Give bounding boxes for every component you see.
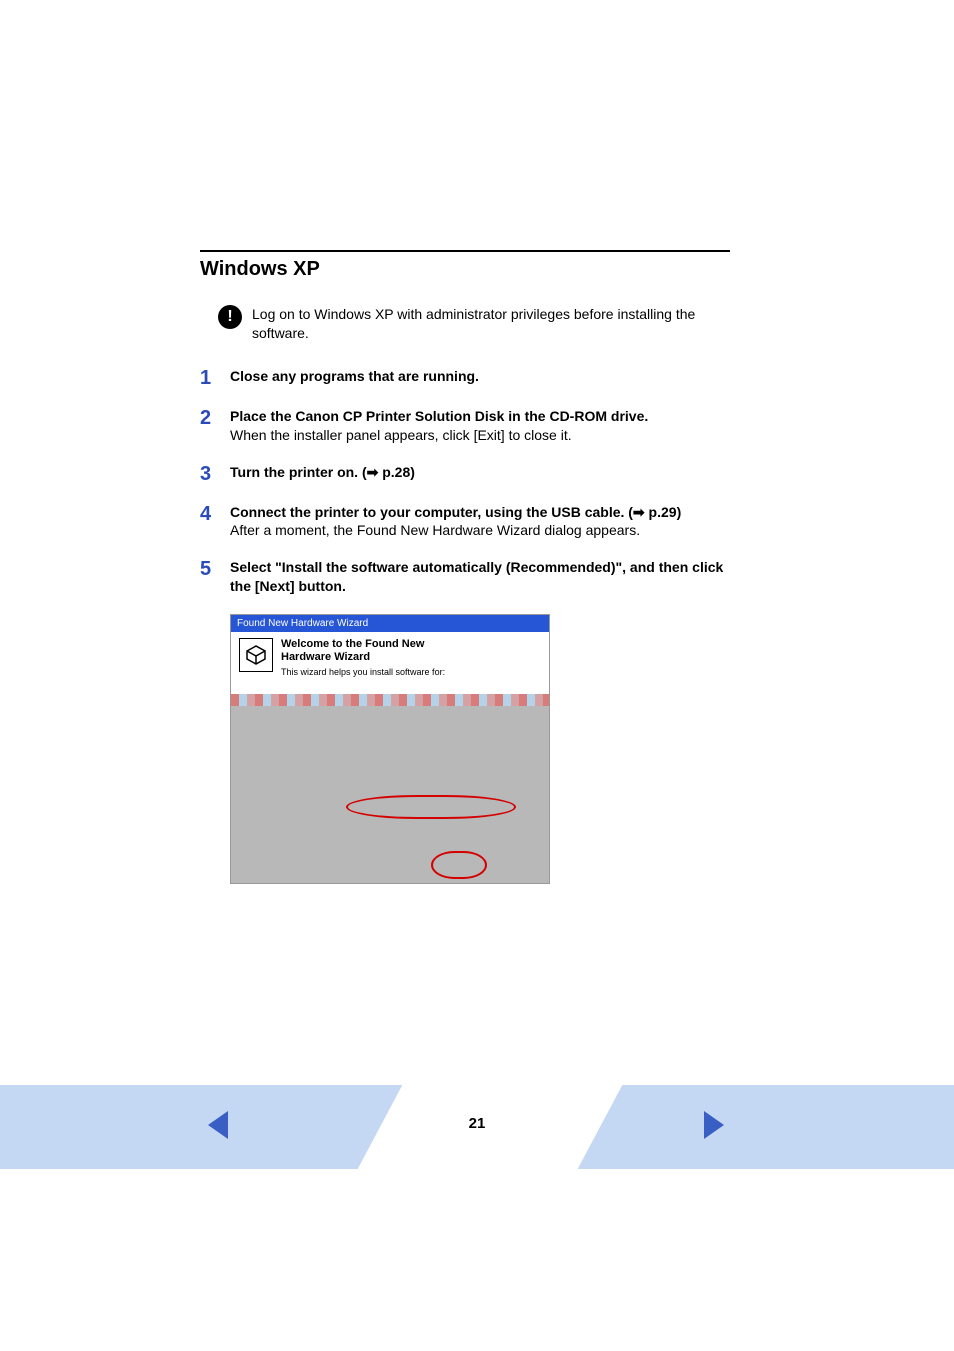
footer-nav: 21 <box>0 1085 954 1169</box>
admin-note: ! Log on to Windows XP with administrato… <box>200 305 730 343</box>
page-number: 21 <box>0 1115 954 1132</box>
wizard-title-line2: Hardware Wizard <box>281 651 370 663</box>
next-page-arrow-icon[interactable] <box>704 1111 724 1139</box>
admin-note-text: Log on to Windows XP with administrator … <box>252 305 730 343</box>
section-title: Windows XP <box>200 258 730 281</box>
dialog-texture-strip <box>231 694 549 706</box>
hardware-icon <box>239 638 273 672</box>
step-title: Turn the printer on. (➡ p.28) <box>230 463 730 482</box>
step-1: 1 Close any programs that are running. <box>200 367 730 389</box>
dialog-titlebar: Found New Hardware Wizard <box>231 615 549 632</box>
step-number: 4 <box>200 503 230 525</box>
step-number: 1 <box>200 367 230 389</box>
wizard-subtitle: This wizard helps you install software f… <box>281 667 445 677</box>
step-2: 2 Place the Canon CP Printer Solution Di… <box>200 407 730 445</box>
wizard-title-line1: Welcome to the Found New <box>281 638 424 650</box>
step-title: Place the Canon CP Printer Solution Disk… <box>230 407 730 426</box>
step-5: 5 Select "Install the software automatic… <box>200 558 730 596</box>
step-detail: When the installer panel appears, click … <box>230 426 730 445</box>
step-title: Close any programs that are running. <box>230 367 730 386</box>
step-title: Connect the printer to your computer, us… <box>230 503 730 522</box>
step-number: 2 <box>200 407 230 429</box>
found-new-hardware-dialog: Found New Hardware Wizard Welcome to the… <box>230 614 550 884</box>
highlight-ring-option <box>346 795 516 819</box>
step-number: 3 <box>200 463 230 485</box>
highlight-ring-next <box>431 851 487 879</box>
warning-icon: ! <box>218 305 242 329</box>
step-number: 5 <box>200 558 230 580</box>
step-title: Select "Install the software automatical… <box>230 558 730 596</box>
step-detail: After a moment, the Found New Hardware W… <box>230 521 730 540</box>
step-3: 3 Turn the printer on. (➡ p.28) <box>200 463 730 485</box>
step-4: 4 Connect the printer to your computer, … <box>200 503 730 541</box>
